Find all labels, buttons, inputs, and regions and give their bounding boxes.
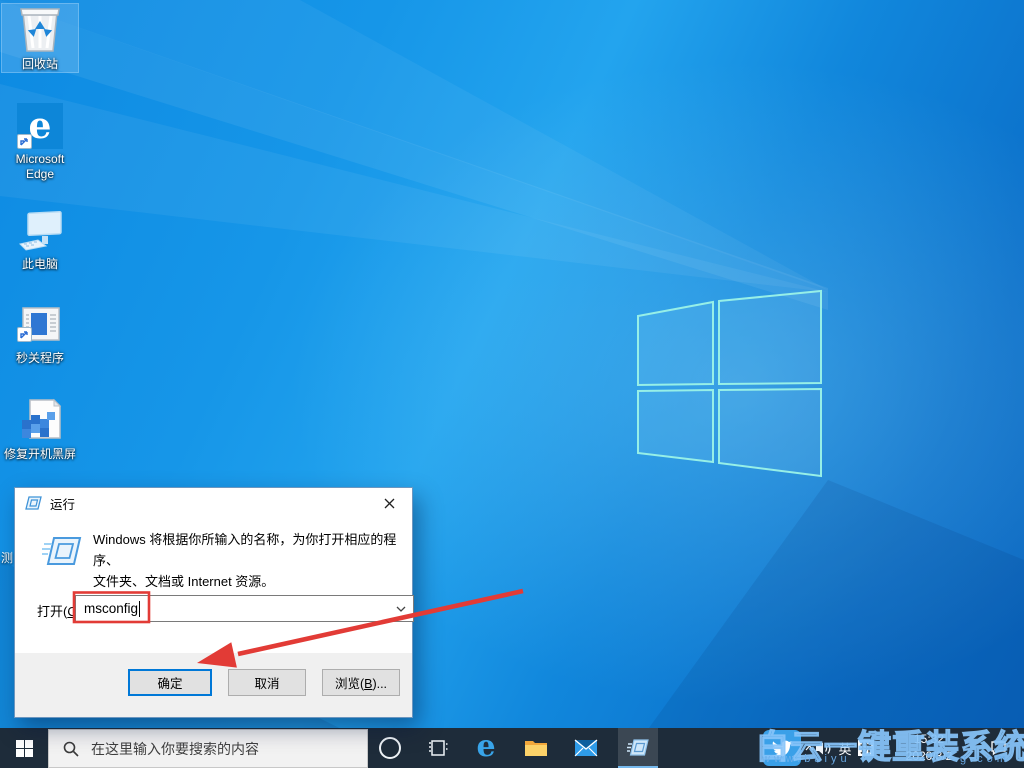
run-dialog-title: 运行	[50, 494, 75, 513]
cancel-button[interactable]: 取消	[228, 669, 306, 696]
run-icon	[42, 536, 82, 566]
action-center-button[interactable]	[980, 728, 1016, 768]
task-view-icon	[428, 739, 448, 757]
description-line2: 文件夹、文档或 Internet 资源。	[93, 574, 274, 589]
recycle-bin-icon	[17, 4, 63, 54]
run-dialog-description: Windows 将根据你所输入的名称，为你打开相应的程序、 文件夹、文档或 In…	[93, 529, 403, 592]
taskbar-search-box[interactable]	[48, 729, 368, 768]
ok-button[interactable]: 确定	[128, 669, 212, 696]
cortana-icon	[379, 737, 401, 759]
open-input[interactable]: msconfig	[75, 595, 414, 622]
desktop-icon-label: 修复开机黑屏	[2, 447, 78, 462]
volume-button[interactable]	[812, 739, 834, 757]
cortana-button[interactable]	[370, 728, 410, 768]
edge-taskbar-button[interactable]: e	[466, 728, 506, 768]
run-taskbar-button[interactable]	[618, 728, 658, 768]
mail-icon	[574, 739, 598, 757]
quick-close-icon	[17, 306, 63, 348]
desktop-icon-fix-black-screen[interactable]: 修复开机黑屏	[2, 398, 78, 462]
shortcut-arrow-icon	[17, 327, 32, 342]
clock-date: 2020/3/2	[906, 749, 953, 763]
description-line1: Windows 将根据你所输入的名称，为你打开相应的程序、	[93, 532, 396, 568]
text-caret	[139, 601, 140, 617]
file-explorer-button[interactable]	[516, 728, 556, 768]
desktop-icon-quick-close[interactable]: 秒关程序	[2, 306, 78, 366]
clock-time: 15:32	[914, 732, 944, 746]
speaker-icon	[815, 741, 832, 756]
search-icon	[63, 741, 79, 757]
tray-clock[interactable]: 15:32 2020/3/2	[890, 731, 968, 765]
desktop-icon-microsoft-edge[interactable]: e Microsoft Edge	[2, 103, 78, 182]
open-input-value: msconfig	[84, 601, 138, 616]
registry-file-icon	[16, 398, 64, 444]
start-button[interactable]	[0, 728, 48, 768]
desktop-icon-label: 此电脑	[2, 257, 78, 272]
desktop: 回收站 e Microsoft Edge 此电脑	[0, 0, 1024, 768]
shortcut-arrow-icon	[17, 134, 32, 149]
folder-icon	[524, 738, 548, 758]
edge-desktop-icon: e	[17, 103, 63, 149]
partial-desktop-icon-label[interactable]: 测	[1, 549, 13, 566]
windows-logo-icon	[16, 740, 33, 757]
action-center-icon	[990, 740, 1007, 756]
run-dialog-footer: 确定 取消 浏览(B)...	[15, 653, 412, 717]
run-dialog-icon	[24, 496, 42, 510]
run-dialog-titlebar[interactable]: 运行	[15, 488, 412, 518]
desktop-icon-this-pc[interactable]: 此电脑	[2, 210, 78, 272]
desktop-icon-label: Microsoft Edge	[2, 152, 78, 182]
ime-mode-badge[interactable]: 拼	[858, 740, 874, 756]
search-input[interactable]	[89, 740, 343, 758]
mail-button[interactable]	[566, 728, 606, 768]
system-tray: 英 拼 15:32 2020/3/2 白云一键重装系统 www.baiyu g.…	[724, 728, 1024, 768]
task-view-button[interactable]	[418, 728, 458, 768]
run-window-icon	[627, 739, 649, 756]
ime-language-indicator[interactable]: 英	[836, 739, 854, 757]
desktop-icon-label: 回收站	[2, 57, 78, 72]
tray-app-button[interactable]	[763, 730, 801, 766]
browse-button[interactable]: 浏览(B)...	[322, 669, 400, 696]
close-icon	[384, 498, 395, 509]
chevron-down-icon	[396, 606, 406, 612]
run-dialog: 运行 Windows 将根据你所输入的名称，为你打开相应的程序、 文件夹、文档或…	[14, 487, 413, 718]
dropdown-button[interactable]	[393, 601, 409, 617]
edge-icon: e	[476, 732, 495, 762]
taskbar: e	[0, 728, 1024, 768]
bird-icon	[771, 739, 793, 758]
desktop-icon-label: 秒关程序	[2, 351, 78, 366]
desktop-icon-recycle-bin[interactable]: 回收站	[2, 4, 78, 72]
close-button[interactable]	[367, 488, 412, 518]
this-pc-icon	[16, 210, 64, 254]
